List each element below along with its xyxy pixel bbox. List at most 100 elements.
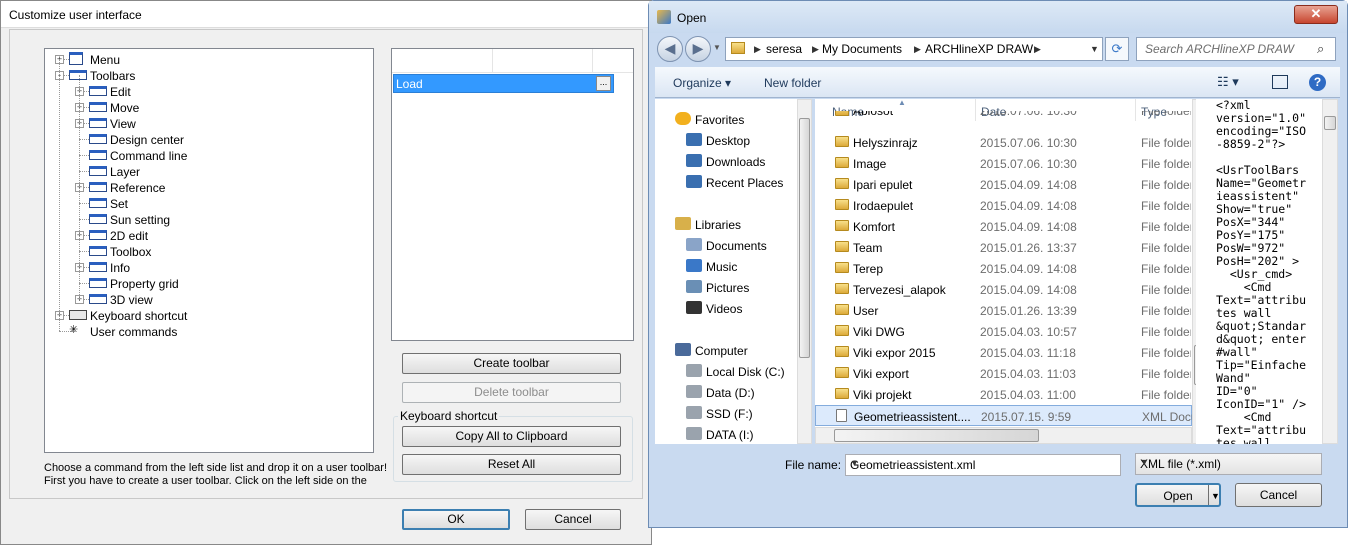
open-button[interactable]: Open ▼: [1135, 483, 1221, 507]
command-tree[interactable]: + Menu - Toolbars + Edit + Move + View Design cent…: [44, 48, 374, 453]
file-row[interactable]: Viki export 2015.04.03. 11:03 File folder: [815, 363, 1192, 384]
nav-computer[interactable]: Computer: [655, 342, 795, 360]
reset-all-button[interactable]: Reset All: [402, 454, 621, 475]
toolbar-icon: [89, 134, 107, 144]
file-row[interactable]: Terep 2015.04.09. 14:08 File folder: [815, 258, 1192, 279]
file-row[interactable]: Ipari epulet 2015.04.09. 14:08 File folder: [815, 174, 1192, 195]
tree-item[interactable]: Layer: [45, 163, 365, 179]
file-hscrollbar[interactable]: [815, 427, 1192, 444]
ok-button[interactable]: OK: [402, 509, 510, 530]
tree-item[interactable]: + Reference: [45, 179, 365, 195]
breadcrumb-my-documents[interactable]: My Documents: [822, 42, 902, 56]
open-dropdown-icon[interactable]: ▼: [1211, 485, 1220, 507]
file-row[interactable]: Image 2015.07.06. 10:30 File folder: [815, 153, 1192, 174]
file-row[interactable]: User 2015.01.26. 13:39 File folder: [815, 300, 1192, 321]
tree-item[interactable]: + View: [45, 115, 365, 131]
grid-row-load[interactable]: Load ...: [393, 74, 614, 93]
file-row[interactable]: Viki projekt 2015.04.03. 11:00 File folder: [815, 384, 1192, 405]
organize-button[interactable]: Organize ▾: [673, 76, 731, 90]
new-folder-button[interactable]: New folder: [764, 76, 821, 90]
tree-item-label: Command line: [110, 149, 188, 163]
preview-pane-icon[interactable]: [1272, 75, 1288, 89]
nav-favorites[interactable]: Favorites: [655, 111, 795, 129]
tree-item[interactable]: + Menu: [45, 51, 365, 67]
tree-item-label: Design center: [110, 133, 185, 147]
file-type-dropdown-icon[interactable]: ▼: [1140, 457, 1317, 467]
cursor-icon: ✳: [69, 324, 79, 336]
tree-item[interactable]: + Info: [45, 259, 365, 275]
help-icon[interactable]: ?: [1309, 74, 1326, 91]
file-row[interactable]: Helyszinrajz 2015.07.06. 10:30 File folder: [815, 132, 1192, 153]
nav-item[interactable]: Documents: [655, 237, 795, 255]
tree-item[interactable]: + Keyboard shortcut: [45, 307, 365, 323]
tree-item[interactable]: + Edit: [45, 83, 365, 99]
file-row[interactable]: Geometrieassistent.... 2015.07.15. 9:59 XM…: [815, 405, 1192, 426]
nav-item[interactable]: Music: [655, 258, 795, 276]
file-row[interactable]: Komfort 2015.04.09. 14:08 File folder: [815, 216, 1192, 237]
nav-item[interactable]: DATA (I:): [655, 426, 795, 444]
nav-item[interactable]: Videos: [655, 300, 795, 318]
tree-item[interactable]: Toolbox: [45, 243, 365, 259]
customize-title-bar[interactable]: Customize user interface: [1, 1, 651, 28]
nav-item[interactable]: Desktop: [655, 132, 795, 150]
file-row[interactable]: Team 2015.01.26. 13:37 File folder: [815, 237, 1192, 258]
tree-item[interactable]: Set: [45, 195, 365, 211]
file-row[interactable]: Irodaepulet 2015.04.09. 14:08 File folder: [815, 195, 1192, 216]
preview-scrollbar[interactable]: [1322, 99, 1338, 444]
tree-item[interactable]: +2D edit: [45, 227, 365, 243]
back-arrow-icon[interactable]: ◀: [657, 36, 683, 62]
file-row[interactable]: Viki expor 2015 2015.04.03. 11:18 File fol…: [815, 342, 1192, 363]
nav-item[interactable]: Data (D:): [655, 384, 795, 402]
nav-item[interactable]: Local Disk (C:): [655, 363, 795, 381]
address-bar[interactable]: ▶ seresa ▶ My Documents ▶ ARCHlineXP DRA…: [725, 37, 1103, 61]
create-toolbar-button[interactable]: Create toolbar: [402, 353, 621, 374]
tree-item[interactable]: ✳ User commands: [45, 323, 365, 339]
tree-item[interactable]: Design center: [45, 131, 365, 147]
tree-item[interactable]: + Move: [45, 99, 365, 115]
refresh-icon[interactable]: ⟳: [1105, 37, 1129, 61]
nav-scroll-thumb[interactable]: [799, 118, 810, 358]
tree-item[interactable]: +3D view: [45, 291, 365, 307]
tree-item[interactable]: - Toolbars: [45, 67, 365, 83]
file-name-input[interactable]: Geometrieassistent.xml ▼: [845, 454, 1121, 476]
tree-item[interactable]: Command line: [45, 147, 365, 163]
preview-scroll-thumb[interactable]: [1324, 116, 1336, 130]
file-row[interactable]: Viki DWG 2015.04.03. 10:57 File folder: [815, 321, 1192, 342]
folder-icon: [835, 388, 849, 399]
file-name: Tervezesi_alapok: [853, 283, 946, 297]
breadcrumb-archline[interactable]: ARCHlineXP DRAW: [925, 42, 1033, 56]
open-cancel-button[interactable]: Cancel: [1235, 483, 1322, 507]
file-type-select[interactable]: XML file (*.xml) ▼: [1135, 453, 1322, 475]
tree-item[interactable]: Property grid: [45, 275, 365, 291]
nav-item[interactable]: Pictures: [655, 279, 795, 297]
nav-item[interactable]: Downloads: [655, 153, 795, 171]
open-title-bar[interactable]: Open ✕: [649, 1, 1347, 33]
sort-arrow-icon: ▲: [898, 98, 906, 107]
tree-item[interactable]: Sun setting: [45, 211, 365, 227]
copy-clipboard-button[interactable]: Copy All to Clipboard: [402, 426, 621, 447]
file-name: Irodaepulet: [853, 199, 914, 213]
file-hscroll-thumb[interactable]: [834, 429, 1039, 442]
file-date: 2015.04.09. 14:08: [980, 220, 1077, 234]
breadcrumb-seresa[interactable]: seresa: [766, 42, 802, 56]
file-row[interactable]: Ablosot 2015.07.06. 10:30 File folder: [815, 111, 1192, 123]
folder-icon: [835, 136, 849, 147]
file-date: 2015.01.26. 13:37: [980, 241, 1077, 255]
view-options-icon[interactable]: ☷ ▾: [1217, 74, 1239, 90]
close-icon[interactable]: ✕: [1294, 5, 1338, 24]
file-row[interactable]: Tervezesi_alapok 2015.04.09. 14:08 File fo…: [815, 279, 1192, 300]
history-dropdown-icon[interactable]: ▼: [713, 43, 721, 52]
nav-item-label: Data (D:): [706, 386, 755, 400]
browse-button[interactable]: ...: [596, 76, 611, 91]
address-dropdown-icon[interactable]: ▼: [1090, 44, 1099, 54]
nav-scrollbar[interactable]: [797, 99, 812, 444]
file-name-dropdown-icon[interactable]: ▼: [850, 458, 1116, 468]
nav-item[interactable]: Recent Places: [655, 174, 795, 192]
nav-item[interactable]: SSD (F:): [655, 405, 795, 423]
cancel-button[interactable]: Cancel: [525, 509, 621, 530]
search-input[interactable]: Search ARCHlineXP DRAW ⌕: [1136, 37, 1336, 61]
nav-libraries[interactable]: Libraries: [655, 216, 795, 234]
file-list[interactable]: Name Date Type ▲ Ablosot2015.07.06. 10:3…: [815, 98, 1192, 427]
forward-arrow-icon[interactable]: ▶: [685, 36, 711, 62]
keyboard-shortcut-label: Keyboard shortcut: [398, 409, 500, 423]
